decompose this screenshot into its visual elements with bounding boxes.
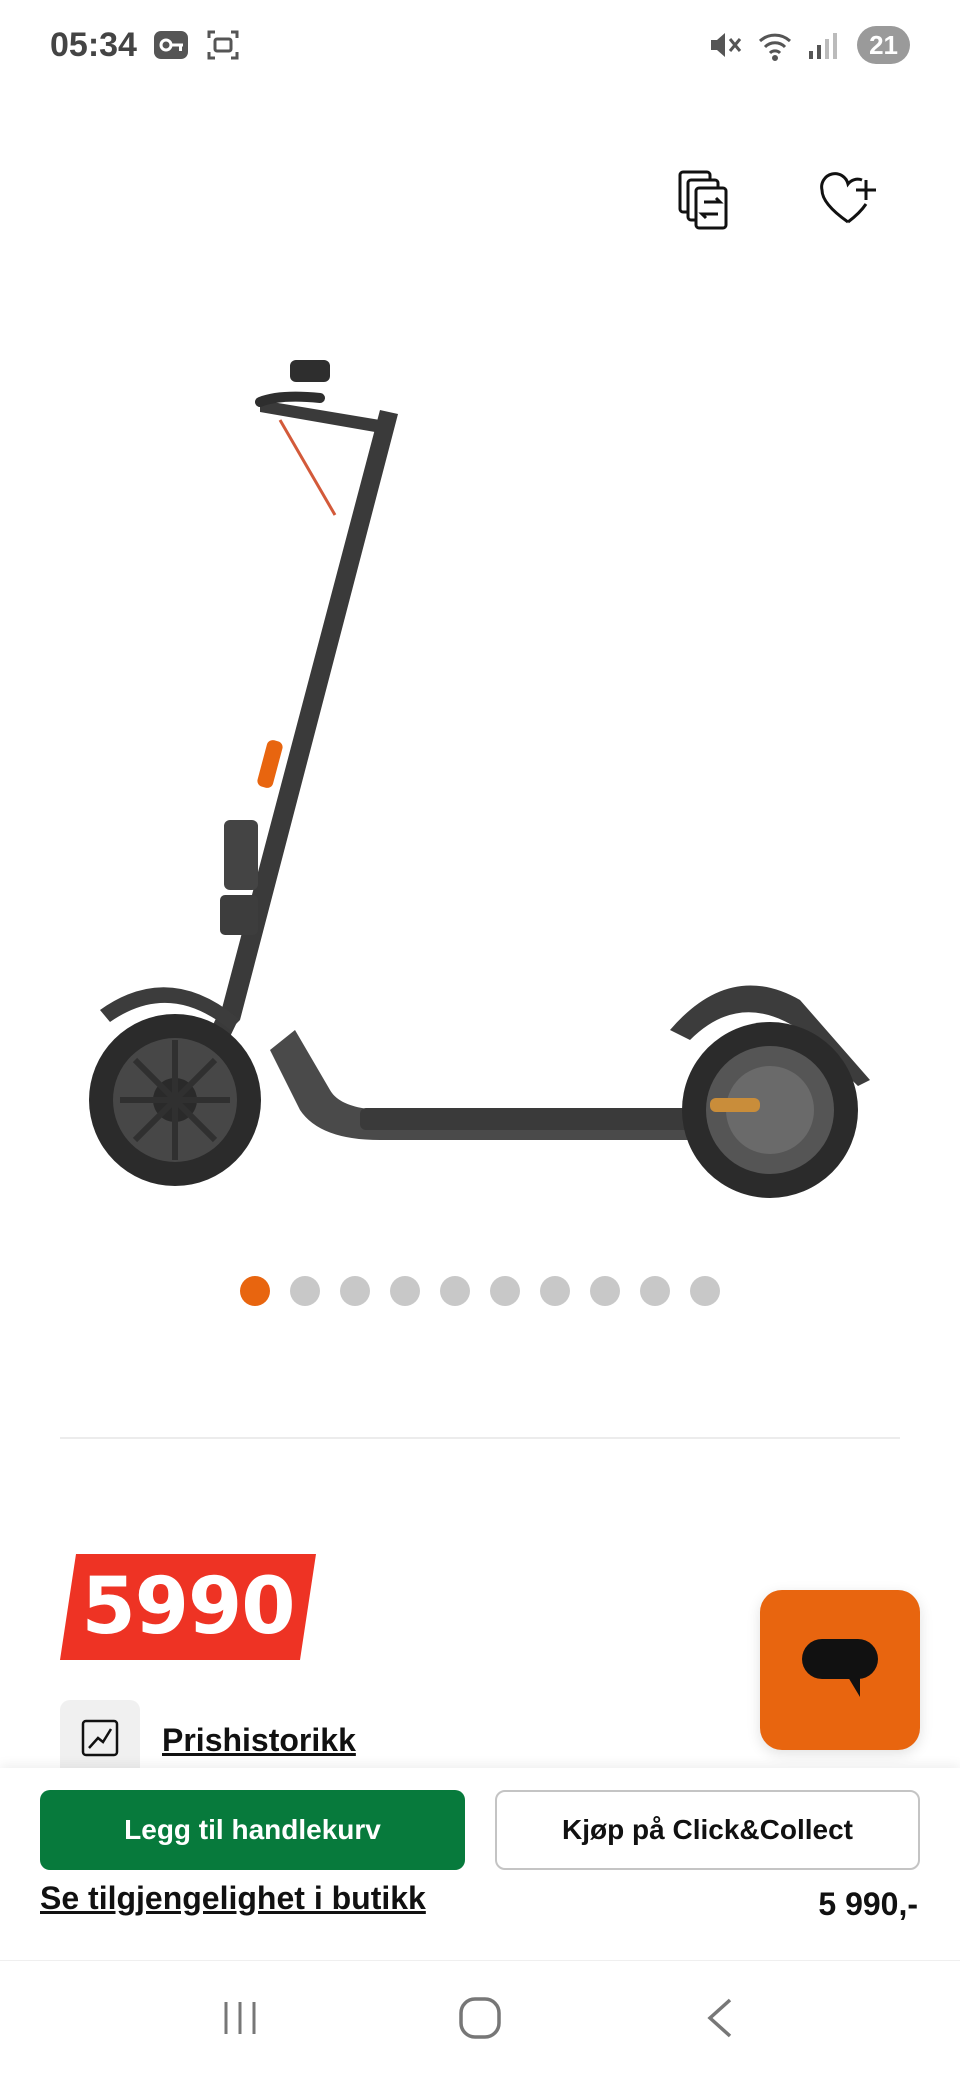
carousel-dot-9[interactable]	[640, 1276, 670, 1306]
product-top-actions	[672, 170, 880, 234]
back-icon	[700, 1996, 740, 2045]
carousel-dot-5[interactable]	[440, 1276, 470, 1306]
bottom-price: 5 990,-	[818, 1886, 918, 1922]
home-icon	[456, 1994, 504, 2047]
chart-line-icon	[80, 1718, 120, 1763]
back-button[interactable]	[680, 1981, 760, 2061]
compare-button[interactable]	[672, 170, 736, 234]
click-collect-button[interactable]: Kjøp på Click&Collect	[495, 1790, 920, 1870]
status-left: 05:34	[50, 26, 241, 65]
scooter-illustration: NAVEE	[89, 360, 870, 1198]
section-divider	[60, 1437, 900, 1439]
recent-apps-icon	[218, 1996, 262, 2045]
add-to-cart-button[interactable]: Legg til handlekurv	[40, 1790, 465, 1870]
chat-button[interactable]	[760, 1590, 920, 1750]
status-right: 21	[707, 26, 910, 64]
carousel-dot-8[interactable]	[590, 1276, 620, 1306]
carousel-dot-7[interactable]	[540, 1276, 570, 1306]
price-badge: 5990	[60, 1554, 316, 1660]
purchase-bar: Legg til handlekurv Kjøp på Click&Collec…	[0, 1768, 960, 1960]
carousel-dot-4[interactable]	[390, 1276, 420, 1306]
price-history-link[interactable]: Prishistorikk	[162, 1722, 356, 1759]
system-nav-bar	[0, 1960, 960, 2080]
vpn-key-icon	[153, 27, 189, 63]
product-page: 05:34 21 NAVEE 5990 Prishistorikk Legg t…	[0, 0, 960, 2080]
product-image[interactable]: NAVEE	[80, 340, 880, 1200]
carousel-dot-10[interactable]	[690, 1276, 720, 1306]
home-button[interactable]	[440, 1981, 520, 2061]
carousel-dots	[0, 1276, 960, 1306]
carousel-dot-6[interactable]	[490, 1276, 520, 1306]
heart-plus-icon	[818, 171, 878, 233]
store-availability-link[interactable]: Se tilgjengelighet i butikk	[40, 1880, 426, 1917]
price-badge-value: 5990	[81, 1562, 295, 1652]
recent-apps-button[interactable]	[200, 1981, 280, 2061]
carousel-dot-3[interactable]	[340, 1276, 370, 1306]
wishlist-button[interactable]	[816, 170, 880, 234]
carousel-dot-2[interactable]	[290, 1276, 320, 1306]
chat-bubble-icon	[798, 1633, 882, 1708]
wifi-6-icon	[757, 27, 793, 63]
carousel-dot-1[interactable]	[240, 1276, 270, 1306]
status-bar: 05:34 21	[0, 0, 960, 90]
battery-indicator: 21	[857, 26, 910, 64]
signal-icon	[807, 27, 843, 63]
status-time: 05:34	[50, 25, 137, 64]
screenshot-icon	[205, 27, 241, 63]
compare-icon	[676, 168, 732, 237]
mute-icon	[707, 27, 743, 63]
